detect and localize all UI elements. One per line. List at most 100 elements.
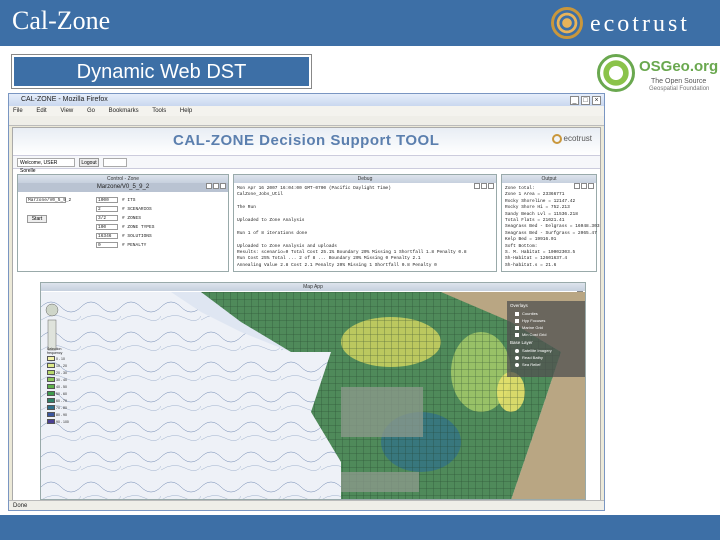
field-4-input[interactable]: 100 bbox=[96, 224, 118, 230]
output-log-line: Rocky Shore Hi = 752.213 bbox=[505, 205, 570, 211]
legend-label: 30 - 40 bbox=[56, 377, 67, 382]
debug-log-line: Results: scenario=0 Total Cost 25.1% Bou… bbox=[237, 250, 467, 255]
output-panel: Output Zone total: Zone 1 Area = 23366771… bbox=[501, 174, 600, 272]
panel-minimize-icon[interactable] bbox=[574, 183, 580, 189]
legend-title: Selection frequency bbox=[47, 347, 63, 355]
menu-bar: File Edit View Go Bookmarks Tools Help bbox=[9, 106, 604, 116]
slide: Cal-Zone ecotrust Dynamic Web DST OSGeo.… bbox=[0, 0, 720, 540]
legend-item: 0 - 10 bbox=[47, 355, 71, 362]
app-header: CAL-ZONE Decision Support TOOL ecotrust bbox=[13, 128, 600, 155]
slide-subtitle: Dynamic Web DST bbox=[11, 54, 312, 89]
panel-minimize-icon[interactable] bbox=[206, 183, 212, 189]
menu-tools[interactable]: Tools bbox=[152, 108, 166, 114]
legend-item: 80 - 90 bbox=[47, 411, 71, 418]
menu-edit[interactable]: Edit bbox=[36, 108, 46, 114]
debug-log-line: CalZone_Jobs_Util bbox=[237, 192, 283, 198]
minimize-icon[interactable]: _ bbox=[570, 96, 579, 105]
legend-item: 40 - 50 bbox=[47, 383, 71, 390]
panel-close-icon[interactable] bbox=[220, 183, 226, 189]
map-canvas[interactable] bbox=[41, 292, 586, 500]
preferences-field[interactable] bbox=[103, 158, 127, 167]
legend-item: 50 - 60 bbox=[47, 390, 71, 397]
legend-swatch bbox=[47, 398, 55, 403]
panel-maximize-icon[interactable] bbox=[581, 183, 587, 189]
slide-title: Cal-Zone bbox=[12, 6, 111, 35]
base-layer-option[interactable]: Sea Relief bbox=[507, 361, 585, 368]
panel-close-icon[interactable] bbox=[588, 183, 594, 189]
menu-go[interactable]: Go bbox=[87, 108, 95, 114]
osgeo-name: OSGeo.org bbox=[639, 58, 719, 75]
layer-label: Sea Relief bbox=[522, 362, 541, 367]
user-field[interactable]: Welcome, USER Sorelle bbox=[17, 158, 75, 174]
start-button[interactable]: Start bbox=[27, 215, 47, 223]
layer-label: Satellite Imagery bbox=[522, 348, 552, 353]
base-layer-title: Base Layer bbox=[510, 340, 533, 345]
zoom-control[interactable] bbox=[45, 303, 59, 351]
menu-view[interactable]: View bbox=[60, 108, 73, 114]
menu-bookmarks[interactable]: Bookmarks bbox=[109, 108, 139, 114]
panel-minimize-icon[interactable] bbox=[474, 183, 480, 189]
field-2-input[interactable]: 2 bbox=[96, 206, 118, 212]
map-panel-title: Map App bbox=[41, 283, 585, 291]
output-log-line: Sh-habitat.s = 21.6 bbox=[505, 262, 557, 268]
browser-titlebar: CAL-ZONE - Mozilla Firefox _ □ × bbox=[9, 94, 604, 106]
page-content: CAL-ZONE Decision Support TOOL ecotrust … bbox=[12, 127, 601, 501]
legend-item: 60 - 70 bbox=[47, 397, 71, 404]
control-panel-title: Control - Zone bbox=[18, 175, 228, 183]
maximize-icon[interactable]: □ bbox=[581, 96, 590, 105]
osgeo-mark-icon bbox=[597, 54, 635, 92]
legend-swatch bbox=[47, 377, 55, 382]
panel-maximize-icon[interactable] bbox=[481, 183, 487, 189]
legend-swatch bbox=[47, 370, 55, 375]
debug-panel: Debug Mon Apr 16 2007 16:04:00 GMT-0700 … bbox=[233, 174, 497, 272]
field-5-input[interactable]: 16346 bbox=[96, 233, 118, 239]
output-log-line: Seagrass Bed - Eelgrass = 16048.303 bbox=[505, 224, 600, 230]
osgeo-tagline: The Open Source bbox=[651, 78, 707, 85]
panel-maximize-icon[interactable] bbox=[213, 183, 219, 189]
user-bar: Welcome, USER Sorelle Logout bbox=[13, 155, 600, 174]
menu-file[interactable]: File bbox=[13, 108, 23, 114]
scenario-value: Marzone/V0_5_9_2 bbox=[28, 198, 72, 203]
field-3-input[interactable]: 3/2 bbox=[96, 215, 118, 221]
overlay-option[interactable]: Counties bbox=[507, 310, 585, 317]
checkbox-icon[interactable] bbox=[515, 311, 519, 316]
checkbox-icon[interactable] bbox=[515, 318, 519, 323]
radio-icon[interactable] bbox=[515, 348, 519, 353]
output-log-line: S. M. Habitat = 10002303.5 bbox=[505, 250, 576, 255]
legend-label: 50 - 60 bbox=[56, 391, 67, 396]
field-5-label: # SOLUTIONS bbox=[122, 234, 152, 239]
radio-icon[interactable] bbox=[515, 355, 519, 360]
legend-item: 70 - 80 bbox=[47, 404, 71, 411]
slide-header-bar: Cal-Zone ecotrust bbox=[0, 0, 720, 46]
checkbox-icon[interactable] bbox=[515, 332, 519, 337]
field-2-value: 2 bbox=[98, 207, 101, 212]
output-log-line: Total Flats = 21021.41 bbox=[505, 218, 565, 223]
legend-item: 30 - 40 bbox=[47, 376, 71, 383]
layer-switcher: Overlays Counties Hyp Focuses Marine Grid M… bbox=[507, 301, 585, 377]
overlay-option[interactable]: Min Cost Grid bbox=[507, 331, 585, 338]
field-6-value: 0 bbox=[98, 243, 101, 248]
zoom-slider[interactable] bbox=[47, 319, 57, 351]
base-layer-option[interactable]: Satellite Imagery bbox=[507, 347, 585, 354]
logout-button[interactable]: Logout bbox=[79, 158, 99, 167]
panel-controls bbox=[573, 176, 594, 194]
legend-swatch bbox=[47, 419, 55, 424]
field-1-input[interactable]: 1000 bbox=[96, 197, 118, 203]
legend-label: 80 - 90 bbox=[56, 412, 67, 417]
map-legend: Selection frequency 0 - 10 10 - 20 20 - 30… bbox=[47, 347, 71, 425]
field-6-input[interactable]: 0 bbox=[96, 242, 118, 248]
osgeo-tagline-2: Geospatial Foundation bbox=[649, 86, 710, 92]
pan-control-icon[interactable] bbox=[45, 303, 59, 317]
menu-help[interactable]: Help bbox=[180, 108, 192, 114]
close-icon[interactable]: × bbox=[592, 96, 601, 105]
overlay-option[interactable]: Marine Grid bbox=[507, 324, 585, 331]
base-layer-option[interactable]: Read Bathy bbox=[507, 354, 585, 361]
panel-close-icon[interactable] bbox=[488, 183, 494, 189]
legend-item: 20 - 30 bbox=[47, 369, 71, 376]
overlay-list: Counties Hyp Focuses Marine Grid Min Cost G… bbox=[507, 310, 585, 338]
overlay-option[interactable]: Hyp Focuses bbox=[507, 317, 585, 324]
scenario-select[interactable]: Marzone/V0_5_9_2 bbox=[26, 197, 71, 203]
ecotrust-logo-icon bbox=[551, 7, 583, 39]
checkbox-icon[interactable] bbox=[515, 325, 519, 330]
radio-icon[interactable] bbox=[515, 362, 519, 367]
